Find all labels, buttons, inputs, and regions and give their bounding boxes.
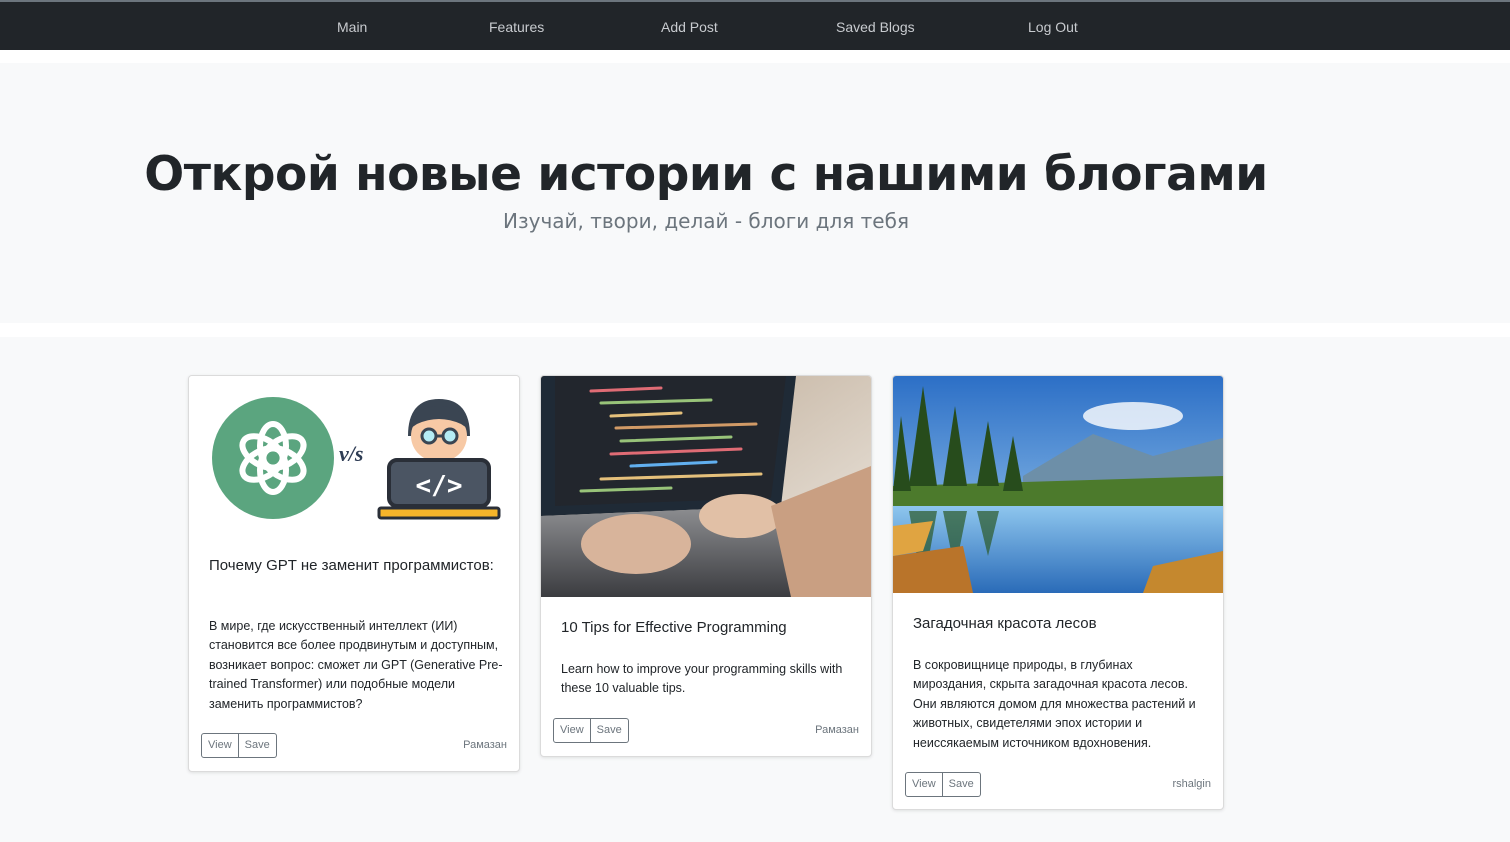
card-author: rshalgin	[1172, 778, 1211, 790]
blog-album: v/s </> Почему GPT не заменит программис…	[0, 337, 1510, 842]
card-title: Почему GPT не заменит программистов:	[209, 557, 494, 574]
card-text: Learn how to improve your programming sk…	[561, 662, 843, 696]
svg-text:</>: </>	[416, 471, 463, 501]
card-image	[893, 376, 1223, 593]
card-actions: View Save	[201, 733, 277, 758]
nav-add-post[interactable]: Add Post	[661, 19, 718, 35]
card-text: В мире, где искусственный интеллект (ИИ)…	[209, 619, 503, 711]
hero-section: Открой новые истории с нашими блогами Из…	[0, 63, 1510, 323]
blog-card: 10 Tips for Effective Programming Learn …	[540, 375, 872, 757]
card-text: В сокровищнице природы, в глубинах мироз…	[913, 658, 1196, 750]
card-author: Рамазан	[463, 739, 507, 751]
laptop-code-photo	[541, 376, 871, 597]
hero-title: Открой новые истории с нашими блогами	[144, 147, 1268, 202]
nav-saved-blogs[interactable]: Saved Blogs	[836, 19, 915, 35]
blog-card: Загадочная красота лесов В сокровищнице …	[892, 375, 1224, 810]
card-author: Рамазан	[815, 724, 859, 736]
card-actions: View Save	[553, 718, 629, 743]
gpt-vs-programmer-illustration: v/s </>	[189, 376, 519, 536]
card-title: 10 Tips for Effective Programming	[561, 619, 787, 636]
save-button[interactable]: Save	[942, 772, 981, 797]
card-actions: View Save	[905, 772, 981, 797]
top-navbar: Main Features Add Post Saved Blogs Log O…	[0, 0, 1510, 50]
hero-subtitle: Изучай, твори, делай - блоги для тебя	[503, 209, 909, 233]
view-button[interactable]: View	[201, 733, 239, 758]
card-title: Загадочная красота лесов	[913, 615, 1097, 632]
save-button[interactable]: Save	[590, 718, 629, 743]
view-button[interactable]: View	[553, 718, 591, 743]
save-button[interactable]: Save	[238, 733, 277, 758]
openai-logo-icon	[212, 397, 334, 519]
view-button[interactable]: View	[905, 772, 943, 797]
blog-card: v/s </> Почему GPT не заменит программис…	[188, 375, 520, 772]
forest-lake-photo	[893, 376, 1223, 593]
nav-main[interactable]: Main	[337, 19, 367, 35]
nav-log-out[interactable]: Log Out	[1028, 19, 1078, 35]
nav-features[interactable]: Features	[489, 19, 544, 35]
vs-text: v/s	[339, 441, 363, 466]
card-image: v/s </>	[189, 376, 519, 536]
card-image	[541, 376, 871, 597]
